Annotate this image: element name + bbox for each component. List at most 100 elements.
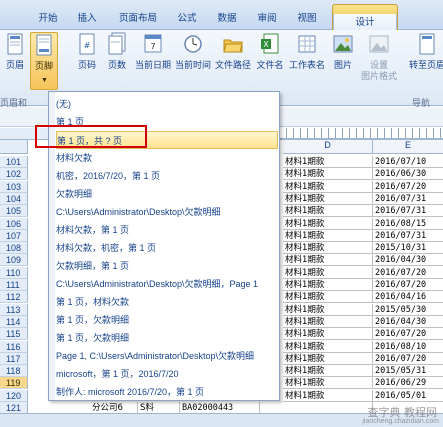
cell-d[interactable]: 材料1期款 [283,291,373,303]
tab-data[interactable]: 数据 [210,10,244,30]
cell-e[interactable]: 2016/07/20 [373,353,443,365]
footer-option[interactable]: 第 1 页，欠款明细 [56,329,278,347]
highlight-annotation [35,125,147,148]
page-number-button[interactable]: # 页码 [74,32,100,92]
cell-d[interactable]: 材料1期款 [283,205,373,217]
cell-e[interactable]: 2015/10/31 [373,242,443,254]
row-header[interactable]: 110 [0,267,28,279]
row-header[interactable]: 104 [0,193,28,205]
footer-option[interactable]: (无) [56,95,278,113]
cell-d[interactable]: 材料1期款 [283,365,373,377]
cell-d[interactable]: 材料1期款 [283,377,373,389]
cell-e[interactable]: 2016/06/29 [373,377,443,389]
tab-home[interactable]: 开始 [30,10,66,30]
current-date-button[interactable]: 7 当前日期 [135,32,171,92]
cell-d[interactable]: 材料1期款 [283,341,373,353]
watermark-url: jiaocheng.chazidian.com [362,418,439,425]
cell-e[interactable]: 2016/05/01 [373,390,443,402]
footer-option[interactable]: C:\Users\Administrator\Desktop\欠款明细，Page… [56,275,278,293]
cell-e[interactable]: 2016/07/31 [373,230,443,242]
row-header[interactable]: 108 [0,242,28,254]
footer-option[interactable]: 材料欠款 [56,149,278,167]
row-header[interactable]: 103 [0,181,28,193]
footer-option[interactable]: 机密，2016/7/20，第 1 页 [56,167,278,185]
row-header[interactable]: 102 [0,168,28,180]
cell-d[interactable]: 材料1期款 [283,230,373,242]
cell-d[interactable]: 材料1期款 [283,254,373,266]
cell-e[interactable]: 2015/05/31 [373,365,443,377]
footer-option[interactable]: C:\Users\Administrator\Desktop\欠款明细 [56,203,278,221]
footer-option[interactable]: 制作人: microsoft 2016/7/20，第 1 页 [56,383,278,401]
row-header[interactable]: 109 [0,254,28,266]
cell-d[interactable]: 材料1期款 [283,267,373,279]
cell-d[interactable]: 材料1期款 [283,181,373,193]
picture-button[interactable]: 图片 [330,32,356,92]
cell-e[interactable]: 2016/08/10 [373,341,443,353]
cell-d[interactable]: 材料1期款 [283,390,373,402]
cell-d[interactable]: 材料1期款 [283,328,373,340]
cell-e[interactable]: 2016/07/20 [373,328,443,340]
cell-d[interactable]: 材料1期款 [283,193,373,205]
row-header[interactable]: 119 [0,377,28,389]
cell-d[interactable]: 材料1期款 [283,304,373,316]
file-path-button[interactable]: 文件路径 [215,32,251,92]
tab-formulas[interactable]: 公式 [170,10,204,30]
tab-review[interactable]: 审阅 [250,10,284,30]
row-header[interactable]: 113 [0,304,28,316]
column-header-e[interactable]: E [373,140,443,154]
row-header[interactable]: 117 [0,353,28,365]
cell-e[interactable]: 2016/07/20 [373,279,443,291]
tab-page-layout[interactable]: 页面布局 [110,10,166,30]
format-picture-button[interactable]: 设置 图片格式 [361,32,397,92]
row-header[interactable]: 107 [0,230,28,242]
current-time-button[interactable]: 当前时间 [175,32,211,92]
cell-d[interactable]: 材料1期款 [283,279,373,291]
cell-e[interactable]: 2016/04/30 [373,254,443,266]
row-header[interactable]: 105 [0,205,28,217]
column-header-d[interactable]: D [283,140,373,154]
cell-e[interactable]: 2016/07/20 [373,267,443,279]
tab-view[interactable]: 视图 [290,10,324,30]
row-header[interactable]: 112 [0,291,28,303]
cell-d[interactable]: 材料1期款 [283,218,373,230]
cell-d[interactable]: 材料1期款 [283,156,373,168]
cell-e[interactable]: 2016/07/10 [373,156,443,168]
row-header[interactable]: 115 [0,328,28,340]
footer-option[interactable]: Page 1, C:\Users\Administrator\Desktop\欠… [56,347,278,365]
row-header[interactable]: 106 [0,218,28,230]
cell-e[interactable]: 2016/07/31 [373,205,443,217]
cell-e[interactable]: 2015/05/30 [373,304,443,316]
sheet-icon [298,35,316,53]
row-header[interactable]: 116 [0,341,28,353]
cell-e[interactable]: 2016/04/16 [373,291,443,303]
row-header[interactable]: 101 [0,156,28,168]
tab-insert[interactable]: 插入 [70,10,104,30]
sheet-name-button[interactable]: 工作表名 [289,32,325,92]
cell-e[interactable]: 2016/04/30 [373,316,443,328]
page-count-button[interactable]: 页数 [104,32,130,92]
row-header[interactable]: 111 [0,279,28,291]
footer-button[interactable]: 页脚 ▼ [30,32,58,90]
cell-e[interactable]: 2016/06/30 [373,168,443,180]
footer-option[interactable]: 材料欠款，第 1 页 [56,221,278,239]
footer-option[interactable]: 欠款明细，第 1 页 [56,257,278,275]
footer-option[interactable]: 欠款明细 [56,185,278,203]
cell-d[interactable]: 材料1期款 [283,316,373,328]
select-all-corner[interactable] [0,140,28,154]
row-header[interactable]: 118 [0,365,28,377]
footer-option[interactable]: 材料欠款，机密，第 1 页 [56,239,278,257]
row-header[interactable]: 120 [0,390,28,402]
row-header[interactable]: 114 [0,316,28,328]
go-to-header-button[interactable]: 转至页眉 [409,32,443,92]
cell-d[interactable]: 材料1期款 [283,353,373,365]
footer-option[interactable]: 第 1 页，欠款明细 [56,311,278,329]
cell-e[interactable]: 2016/07/31 [373,193,443,205]
cell-e[interactable]: 2016/07/20 [373,181,443,193]
file-name-button[interactable]: X 文件名 [256,32,284,92]
footer-option[interactable]: 第 1 页，材料欠款 [56,293,278,311]
tab-design[interactable]: 设计 [332,4,398,31]
cell-d[interactable]: 材料1期款 [283,242,373,254]
footer-option[interactable]: microsoft，第 1 页，2016/7/20 [56,365,278,383]
cell-d[interactable]: 材料1期款 [283,168,373,180]
cell-e[interactable]: 2016/08/15 [373,218,443,230]
